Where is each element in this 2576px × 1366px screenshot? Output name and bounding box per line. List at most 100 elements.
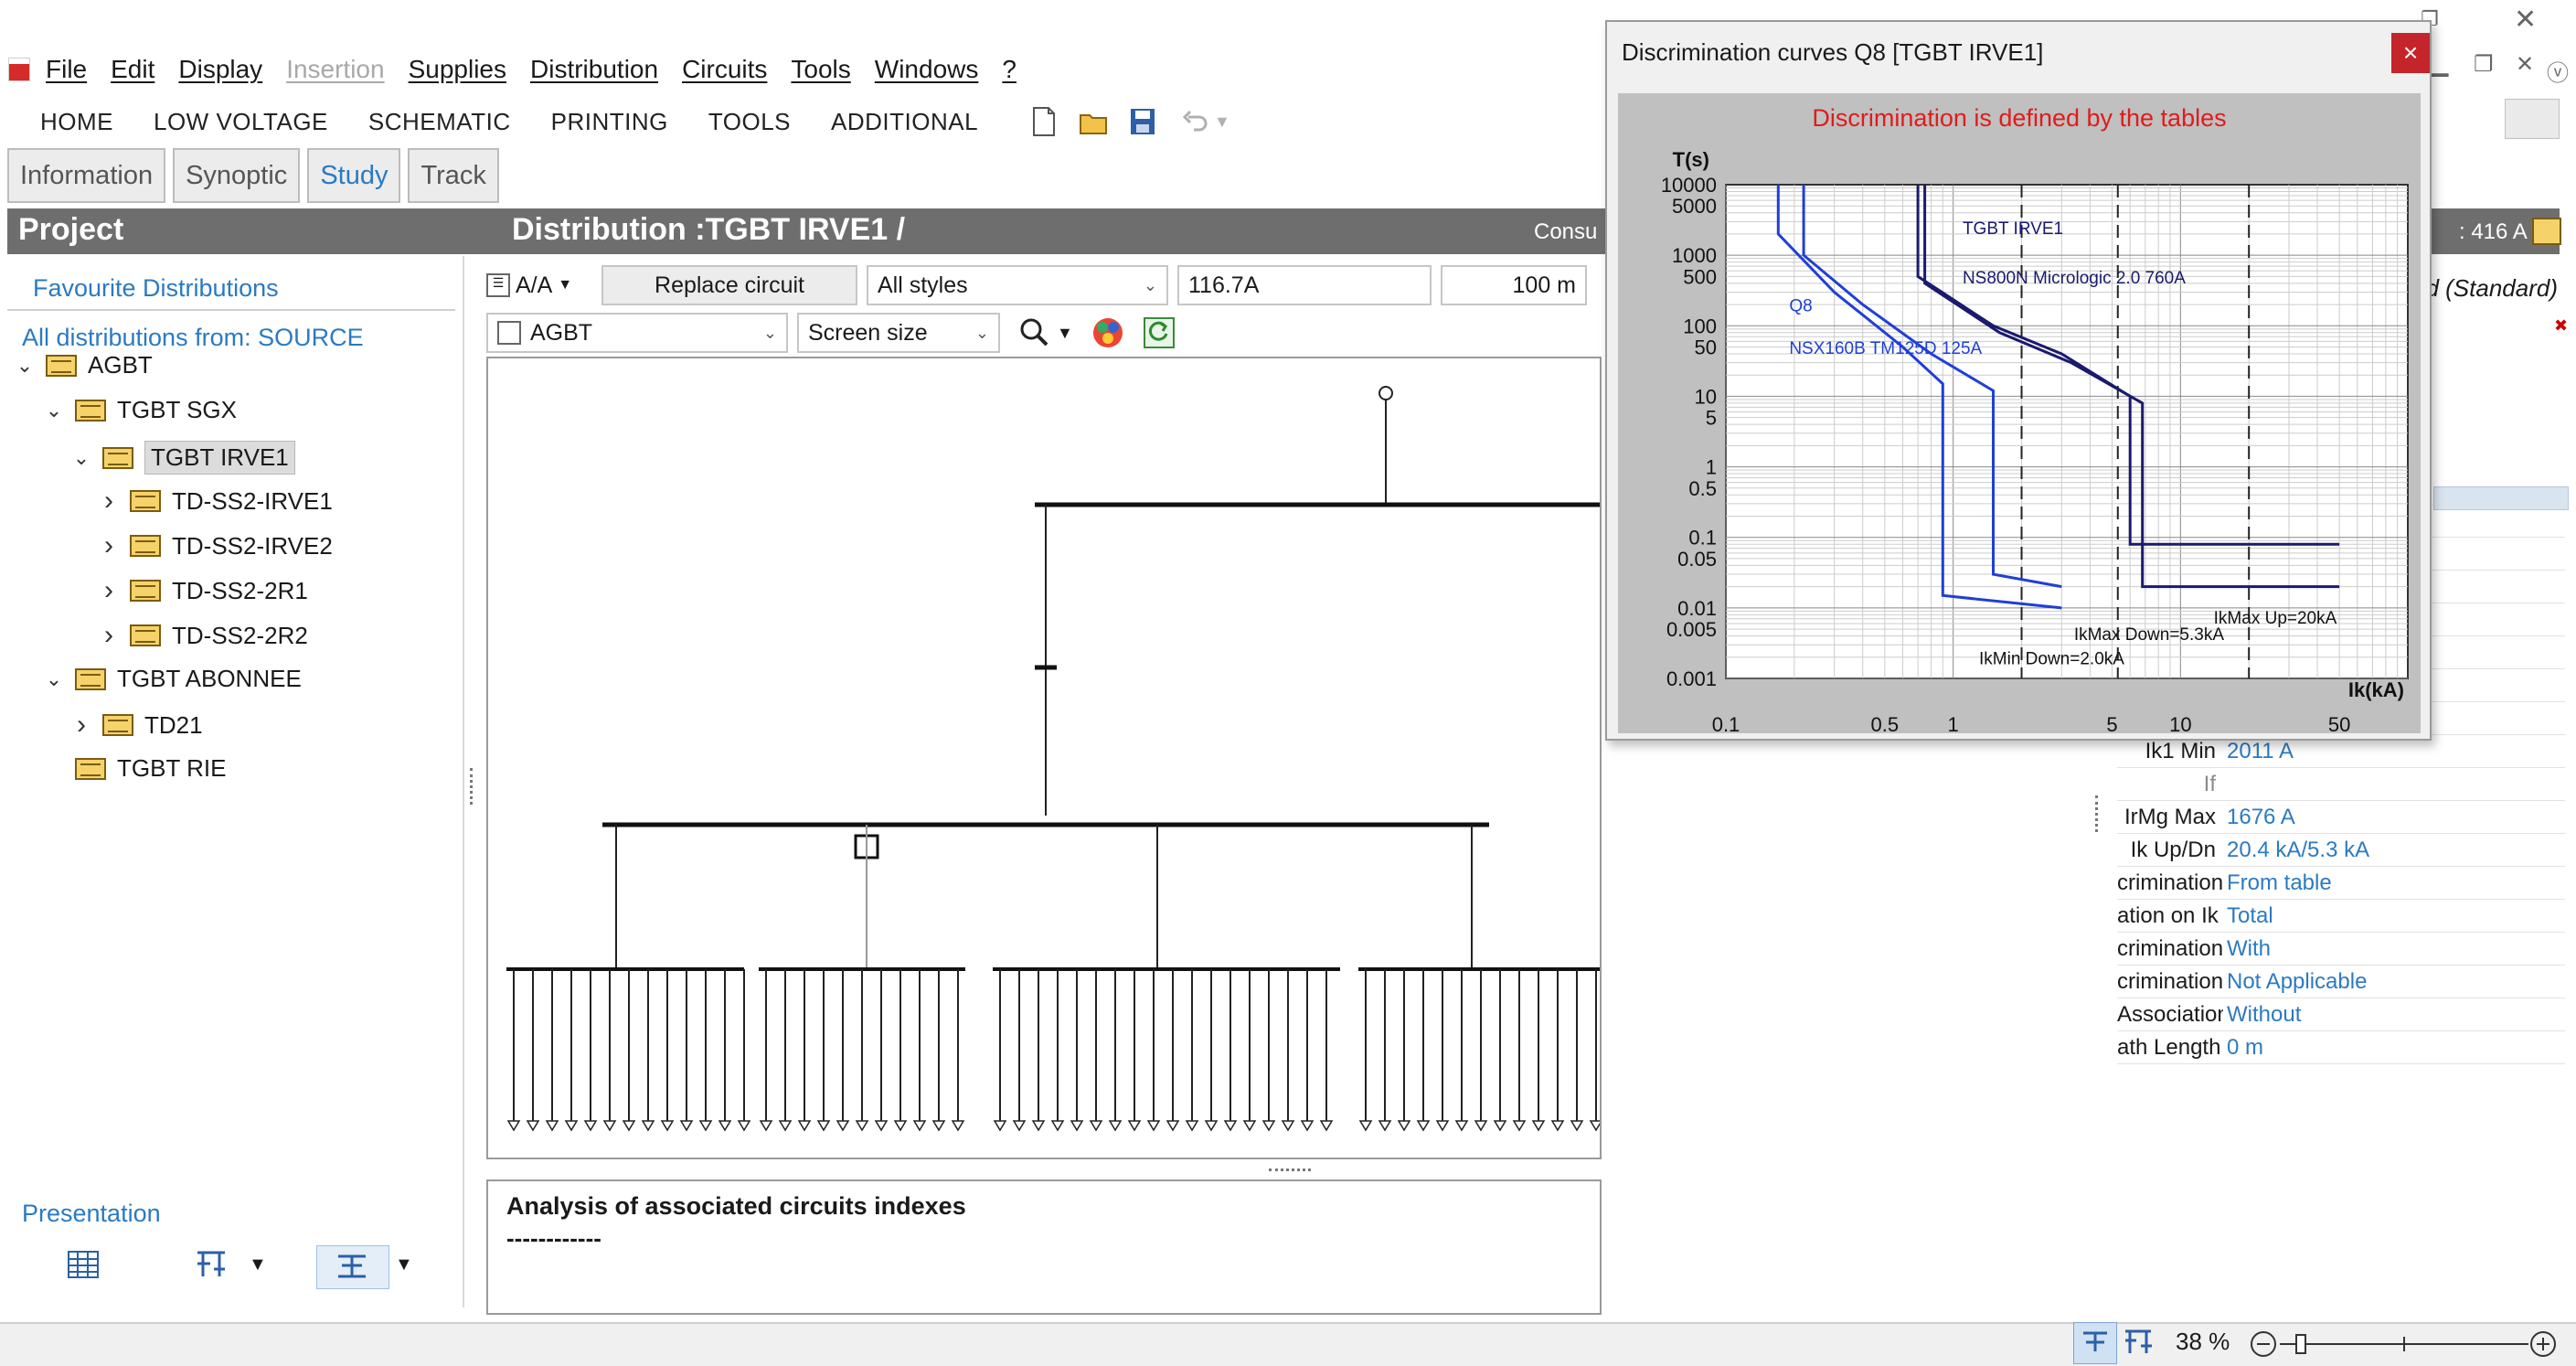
menu-item--[interactable]: ?	[1002, 55, 1017, 84]
y-tick-label: 0.01	[1677, 597, 1717, 620]
undo-dropdown-icon[interactable]: ▼	[1214, 112, 1230, 132]
menu-item-supplies[interactable]: Supplies	[409, 55, 506, 84]
ribbon-tab-schematic[interactable]: SCHEMATIC	[368, 108, 511, 136]
chevron-down-icon[interactable]: ⌄	[44, 399, 64, 422]
tree-node[interactable]: › TD21	[71, 710, 203, 741]
project-title: Project	[18, 212, 124, 247]
x-axis-label: Ik(kA)	[2348, 678, 2404, 701]
ribbon-tab-home[interactable]: HOME	[40, 108, 113, 136]
right-panel-close-icon[interactable]: ✖	[2554, 316, 2568, 336]
tree-view-icon[interactable]	[194, 1249, 229, 1280]
x-tick-label: 0.5	[1871, 713, 1900, 733]
styles-select[interactable]: All styles ⌄	[867, 265, 1168, 305]
tree-node[interactable]: › TD-SS2-IRVE2	[99, 530, 333, 561]
color-palette-icon[interactable]	[1090, 315, 1126, 351]
discrimination-curves-dialog: Discrimination curves Q8 [TGBT IRVE1] × …	[1605, 20, 2432, 741]
tree-node[interactable]: ⌄ TGBT ABONNEE	[44, 665, 302, 693]
ribbon-tab-printing[interactable]: PRINTING	[551, 108, 668, 136]
menu-item-circuits[interactable]: Circuits	[682, 55, 767, 84]
load-symbol	[1223, 1120, 1238, 1132]
distribution-select[interactable]: AGBT ⌄	[486, 313, 788, 353]
undo-icon[interactable]	[1181, 106, 1210, 137]
view-tab-track[interactable]: Track	[408, 148, 499, 203]
length-input[interactable]: 100 m	[1441, 265, 1587, 305]
save-icon[interactable]	[1128, 106, 1157, 137]
schematic-view-icon[interactable]	[335, 1251, 369, 1282]
tree-view-dropdown-icon[interactable]: ▼	[249, 1254, 267, 1275]
property-row: ation on Ik Total	[2117, 903, 2565, 933]
ribbon-tab-additional[interactable]: ADDITIONAL	[831, 108, 978, 136]
view-tab-study[interactable]: Study	[307, 148, 401, 203]
menu-item-distribution[interactable]: Distribution	[530, 55, 658, 84]
menu-item-windows[interactable]: Windows	[875, 55, 979, 84]
size-select[interactable]: Screen size ⌄	[797, 313, 1000, 353]
consumption-label: Consu	[1534, 219, 1598, 244]
tree-node[interactable]: › TD-SS2-IRVE1	[99, 486, 333, 517]
search-icon[interactable]	[1018, 316, 1051, 349]
user-profile-icon[interactable]	[2505, 99, 2560, 139]
load-symbol	[836, 1120, 850, 1132]
chevron-right-icon[interactable]: ›	[99, 575, 119, 606]
tree-node[interactable]: ⌄ TGBT SGX	[44, 396, 237, 424]
bottom-splitter-handle[interactable]	[1269, 1169, 1311, 1174]
favourite-distributions-link[interactable]: Favourite Distributions	[33, 274, 279, 303]
view-tab-information[interactable]: Information	[7, 148, 166, 203]
x-tick-label: 0.1	[1712, 713, 1740, 733]
dialog-close-button[interactable]: ×	[2391, 33, 2430, 73]
load-symbol	[1397, 1120, 1411, 1132]
single-line-diagram[interactable]	[486, 357, 1602, 1159]
chevron-down-icon[interactable]: ⌄	[71, 446, 91, 470]
chevron-down-icon[interactable]: ⌄	[15, 354, 35, 378]
view-tab-synoptic[interactable]: Synoptic	[173, 148, 301, 203]
right-splitter-handle[interactable]	[2095, 795, 2101, 832]
search-dropdown-icon[interactable]: ▼	[1057, 324, 1073, 343]
tree-node[interactable]: ⌄ TGBT IRVE1	[71, 441, 295, 475]
property-row: crimination With	[2117, 936, 2565, 966]
menu-item-tools[interactable]: Tools	[791, 55, 850, 84]
chevron-right-icon[interactable]: ›	[99, 530, 119, 561]
load-symbol	[1319, 1120, 1334, 1132]
load-symbol	[1050, 1120, 1065, 1132]
all-distributions-link[interactable]: All distributions from: SOURCE	[22, 324, 364, 352]
load-symbol	[1300, 1120, 1315, 1132]
schematic-view-dropdown-icon[interactable]: ▼	[395, 1254, 413, 1275]
distribution-board-icon	[130, 490, 161, 512]
load-symbol	[1378, 1120, 1392, 1132]
tree-node[interactable]: › TD-SS2-2R1	[99, 575, 308, 606]
load-symbol	[698, 1120, 713, 1132]
refresh-icon[interactable]	[1143, 316, 1176, 349]
table-view-icon[interactable]	[68, 1251, 99, 1278]
replace-circuit-button[interactable]: Replace circuit	[601, 265, 857, 305]
load-symbol	[1166, 1120, 1180, 1132]
menu-item-file[interactable]: File	[46, 55, 87, 84]
current-label: : 416 A	[2459, 219, 2528, 244]
new-document-icon[interactable]	[1029, 106, 1059, 137]
property-label: crimination	[2117, 936, 2223, 961]
menu-item-edit[interactable]: Edit	[111, 55, 154, 84]
tree-node[interactable]: TGBT RIE	[44, 754, 226, 783]
open-folder-icon[interactable]	[1079, 106, 1108, 137]
tree-mode-icon[interactable]	[2123, 1328, 2154, 1357]
close-doc-icon[interactable]: ✕	[2516, 51, 2534, 78]
chevron-right-icon[interactable]: ›	[99, 486, 119, 517]
menu-item-display[interactable]: Display	[178, 55, 262, 84]
chevron-right-icon[interactable]: ›	[71, 710, 91, 741]
left-splitter-handle[interactable]	[470, 768, 475, 805]
aa-button[interactable]: ☰ A/A ▼	[486, 265, 592, 305]
minimize-icon[interactable]: ▁	[2432, 51, 2448, 78]
y-axis-label: T(s)	[1673, 148, 1709, 171]
property-row: Ik1 Min 2011 A	[2117, 739, 2565, 768]
close-window-icon[interactable]: ✕	[2514, 4, 2537, 36]
load-symbol	[912, 1120, 927, 1132]
chevron-right-icon[interactable]: ›	[99, 620, 119, 651]
chevron-down-icon[interactable]: ⌄	[44, 667, 64, 691]
tree-node[interactable]: › TD-SS2-2R2	[99, 620, 308, 651]
load-symbol	[1012, 1120, 1027, 1132]
help-circle-icon[interactable]: ⓥ	[2547, 55, 2569, 87]
ribbon-tab-low-voltage[interactable]: LOW VOLTAGE	[154, 108, 328, 136]
zoom-slider[interactable]	[2249, 1328, 2560, 1361]
tree-node[interactable]: ⌄ AGBT	[15, 351, 153, 379]
current-input[interactable]: 116.7A	[1177, 265, 1432, 305]
restore-doc-icon[interactable]: ❐	[2474, 51, 2494, 78]
ribbon-tab-tools[interactable]: TOOLS	[708, 108, 791, 136]
